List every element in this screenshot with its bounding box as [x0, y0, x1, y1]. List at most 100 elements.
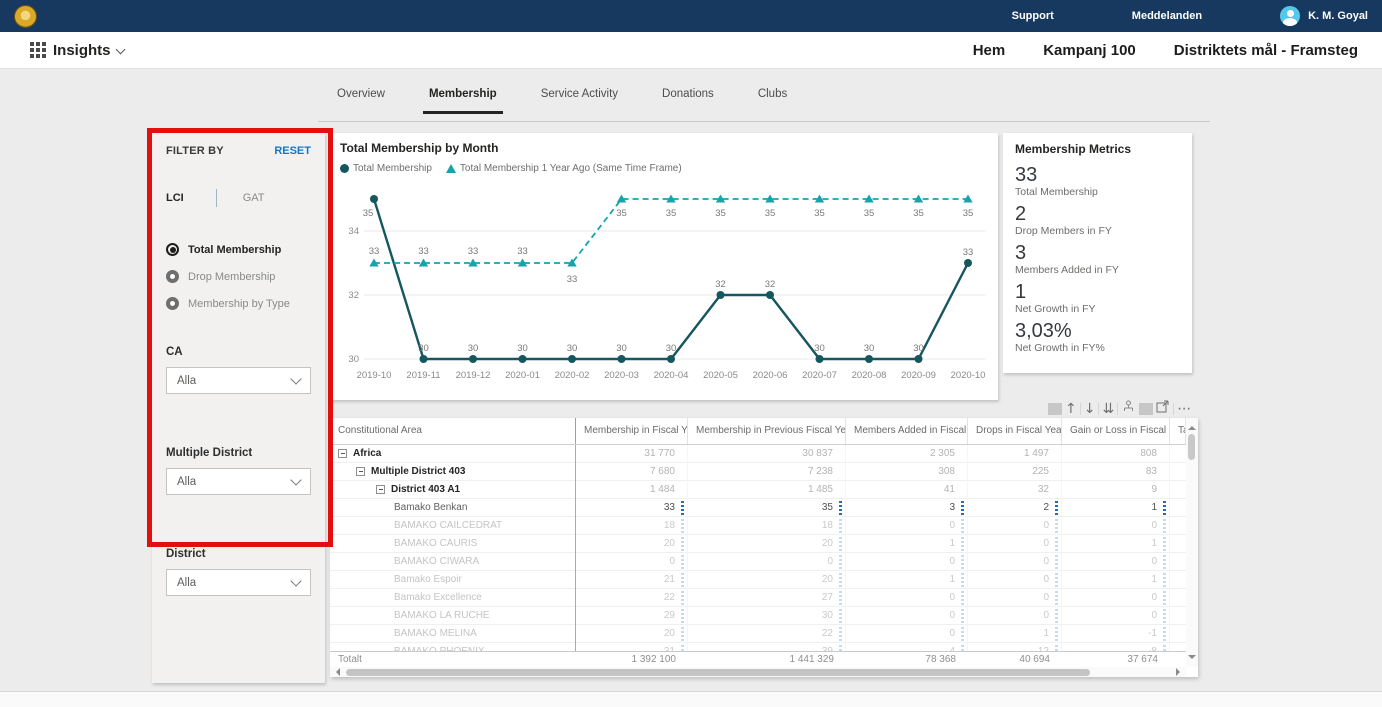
table-row-bamako-phoenix[interactable]: BAMAKO PHOENIX3139412-8	[330, 643, 1198, 651]
horizontal-scroll-thumb[interactable]	[346, 669, 1090, 676]
row-name-cell: District 403 A1	[330, 481, 576, 499]
scroll-left-icon[interactable]	[332, 668, 340, 676]
table-row-bamako-cauris[interactable]: BAMAKO CAURIS2020101	[330, 535, 1198, 553]
data-bar-icon	[1163, 645, 1166, 652]
scroll-down-icon[interactable]	[1188, 655, 1196, 663]
cell-value: 0	[949, 628, 955, 639]
user-name[interactable]: K. M. Goyal	[1308, 10, 1368, 22]
column-header-drops-in-fiscal-year[interactable]: Drops in Fiscal Year	[968, 418, 1062, 444]
collapse-icon[interactable]	[376, 485, 385, 494]
svg-text:33: 33	[468, 246, 479, 257]
svg-text:2020-06: 2020-06	[753, 370, 788, 381]
data-bar-icon	[1055, 555, 1058, 569]
drill-mode-icon[interactable]	[1121, 400, 1136, 419]
tab-clubs[interactable]: Clubs	[758, 88, 787, 114]
scroll-up-icon[interactable]	[1188, 422, 1196, 430]
drill-up-icon[interactable]: ↑	[1065, 400, 1077, 418]
table-row-bamako-ciwara[interactable]: BAMAKO CIWARA00000	[330, 553, 1198, 571]
table-row-africa[interactable]: Africa31 77030 8372 3051 497808	[330, 445, 1198, 463]
legend-label: Total Membership 1 Year Ago (Same Time F…	[460, 163, 682, 174]
column-header-members-added-in-fiscal-year[interactable]: Members Added in Fiscal Year	[846, 418, 968, 444]
user-avatar[interactable]	[1280, 6, 1300, 26]
nav-link-distriktets-m-l-framsteg[interactable]: Distriktets mål - Framsteg	[1174, 42, 1358, 59]
scroll-right-icon[interactable]	[1176, 668, 1184, 676]
tab-overview[interactable]: Overview	[337, 88, 385, 114]
support-link[interactable]: Support	[1012, 10, 1054, 22]
value-cell: 18	[688, 517, 846, 535]
cell-value: 12	[1038, 646, 1049, 652]
table-row-district-403-a1[interactable]: District 403 A11 4841 48541329	[330, 481, 1198, 499]
svg-text:2020-08: 2020-08	[852, 370, 887, 381]
app-title[interactable]: Insights	[53, 42, 111, 59]
cell-value: 18	[822, 520, 833, 531]
column-header-gain-or-loss-in-fiscal-year[interactable]: Gain or Loss in Fiscal Year	[1062, 418, 1170, 444]
tab-donations[interactable]: Donations	[662, 88, 714, 114]
value-cell: 20	[576, 535, 688, 553]
table-total-row: Totalt1 392 1001 441 32978 36840 69437 6…	[330, 651, 1198, 667]
data-bar-icon	[681, 537, 684, 551]
total-value-cell: 1 392 100	[576, 652, 688, 668]
cell-value: 35	[822, 502, 833, 513]
collapse-icon[interactable]	[356, 467, 365, 476]
column-header-ta[interactable]: Ta	[1170, 418, 1186, 444]
data-bar-icon	[1055, 537, 1058, 551]
svg-text:32: 32	[765, 279, 776, 290]
value-cell: 0	[968, 571, 1062, 589]
app-nav-links: Hem Kampanj 100 Distriktets mål - Framsteg	[973, 42, 1366, 59]
cell-value: 20	[664, 628, 675, 639]
data-bar-icon	[681, 573, 684, 587]
tab-service-activity[interactable]: Service Activity	[541, 88, 618, 114]
more-options-icon[interactable]: ⋯	[1177, 400, 1191, 418]
value-cell: 0	[1062, 553, 1170, 571]
expand-all-icon[interactable]: ⇊	[1102, 400, 1114, 418]
data-bar-icon	[681, 627, 684, 641]
data-bar-icon	[839, 501, 842, 515]
row-name-cell: BAMAKO CAURIS	[330, 535, 576, 553]
column-header-constitutional-area[interactable]: Constitutional Area	[330, 418, 576, 444]
value-cell: -1	[1062, 625, 1170, 643]
data-bar-icon	[961, 609, 964, 623]
table-vertical-scrollbar[interactable]	[1186, 418, 1198, 667]
table-row-bamako-cailcedrat[interactable]: BAMAKO CAILCEDRAT1818000	[330, 517, 1198, 535]
table-row-bamako-melina[interactable]: BAMAKO MELINA202201-1	[330, 625, 1198, 643]
waffle-grid-icon[interactable]	[30, 42, 46, 58]
total-value: 78 368	[925, 654, 956, 665]
tab-membership[interactable]: Membership	[429, 88, 497, 114]
data-bar-icon	[681, 519, 684, 533]
vertical-scroll-thumb[interactable]	[1188, 434, 1195, 460]
table-row-multiple-district-403[interactable]: Multiple District 4037 6807 23830822583	[330, 463, 1198, 481]
value-cell: 0	[846, 589, 968, 607]
value-cell: 0	[846, 625, 968, 643]
lions-logo-icon	[14, 5, 37, 28]
data-bar-icon	[961, 627, 964, 641]
table-horizontal-scrollbar[interactable]	[330, 667, 1186, 677]
data-bar-icon	[1163, 573, 1166, 587]
data-bar-icon	[961, 501, 964, 515]
total-value-cell: 40 694	[968, 652, 1062, 668]
table-row-bamako-excellence[interactable]: Bamako Excellence2227000	[330, 589, 1198, 607]
value-cell: 31 770	[576, 445, 688, 463]
nav-link-hem[interactable]: Hem	[973, 42, 1006, 59]
messages-link[interactable]: Meddelanden	[1132, 10, 1202, 22]
drill-down-icon[interactable]: ↓	[1084, 400, 1096, 418]
cell-value: 0	[1151, 556, 1157, 567]
data-bar-icon	[1055, 591, 1058, 605]
svg-text:34: 34	[348, 226, 359, 237]
column-header-membership-in-previous-fiscal-year[interactable]: Membership in Previous Fiscal Year	[688, 418, 846, 444]
nav-link-kampanj-100[interactable]: Kampanj 100	[1043, 42, 1136, 59]
collapse-icon[interactable]	[338, 449, 347, 458]
chart-title: Total Membership by Month	[340, 141, 498, 155]
column-header-membership-in-fiscal-year[interactable]: Membership in Fiscal Year	[576, 418, 688, 444]
table-row-bamako-benkan[interactable]: Bamako Benkan3335321	[330, 499, 1198, 517]
table-row-bamako-la-ruche[interactable]: BAMAKO LA RUCHE2930000	[330, 607, 1198, 625]
dropdown-district[interactable]: Alla	[166, 569, 311, 596]
svg-text:35: 35	[913, 208, 924, 219]
svg-text:30: 30	[567, 343, 578, 354]
svg-text:35: 35	[363, 208, 374, 219]
table-row-bamako-espoir[interactable]: Bamako Espoir2120101	[330, 571, 1198, 589]
row-name: District 403 A1	[391, 484, 460, 495]
data-bar-icon	[681, 591, 684, 605]
cell-value: 22	[664, 592, 675, 603]
focus-mode-icon[interactable]	[1156, 400, 1170, 418]
value-cell: 21	[576, 571, 688, 589]
